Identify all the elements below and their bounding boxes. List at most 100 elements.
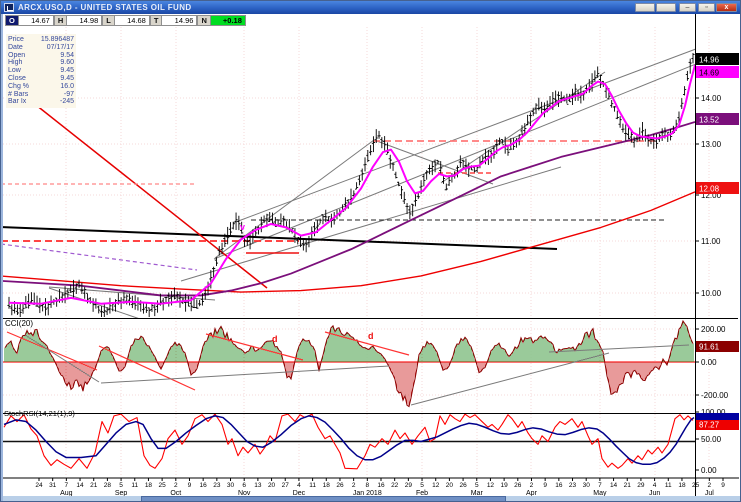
x-axis-day-label: 21 (624, 482, 632, 489)
stochrsi-panel (3, 414, 695, 469)
x-axis-day-label: 9 (188, 482, 192, 489)
h-scrollbar-thumb[interactable] (141, 496, 506, 502)
x-axis-day-label: 23 (569, 482, 577, 489)
x-axis-day-label: 25 (159, 482, 167, 489)
x-axis-day-label: 8 (366, 482, 370, 489)
x-axis-day-label: 12 (432, 482, 440, 489)
x-axis-day-label: 26 (336, 482, 344, 489)
y-axis-value: 14.96 (699, 56, 720, 65)
x-axis-day-label: 5 (475, 482, 479, 489)
data-window-row: Open9.54 (8, 52, 74, 60)
data-window-row: Bar Ix-245 (8, 98, 74, 106)
x-axis-day-label: 2 (530, 482, 534, 489)
x-axis-day-label: 31 (49, 482, 57, 489)
y-axis-label: 0.00 (701, 358, 717, 367)
y-axis-label: 0.00 (701, 466, 717, 475)
data-window-row: Chg %16.0 (8, 83, 74, 91)
price-panel: v (1, 38, 738, 320)
chart-canvas[interactable]: vdd14.0013.0012.0011.0010.0014.9614.6913… (1, 1, 741, 502)
quote-net-change-value: +0.18 (210, 15, 246, 26)
quote-open-value: 14.67 (18, 15, 54, 26)
data-window-row: # Bars-97 (8, 91, 74, 99)
x-axis-day-label: 18 (323, 482, 331, 489)
x-axis-day-label: 19 (501, 482, 509, 489)
x-axis-day-label: 24 (35, 482, 43, 489)
x-axis-day-label: 2 (352, 482, 356, 489)
x-axis-day-label: 16 (377, 482, 385, 489)
data-window-row: Date07/17/17 (8, 44, 74, 52)
data-window: Price15.896487 Date07/17/17 Open9.54 Hig… (6, 34, 76, 108)
data-window-row: High9.60 (8, 59, 74, 67)
x-axis-day-label: 7 (65, 482, 69, 489)
x-axis-day-label: 14 (610, 482, 618, 489)
quote-last-label: T (150, 15, 162, 26)
x-axis-day-label: 29 (637, 482, 645, 489)
divergence-annotation: d (368, 331, 374, 341)
x-axis-day-label: 18 (678, 482, 686, 489)
quote-low-label: L (102, 15, 114, 26)
window-border-left (1, 14, 3, 502)
x-axis-day-label: 11 (309, 482, 316, 489)
data-window-row: Price15.896487 (8, 36, 74, 44)
x-axis-day-label: 4 (653, 482, 657, 489)
x-axis-day-label: 21 (90, 482, 98, 489)
x-axis-day-label: 16 (555, 482, 563, 489)
x-axis-day-label: 28 (104, 482, 112, 489)
x-axis-day-label: 4 (297, 482, 301, 489)
x-axis-day-label: 16 (200, 482, 208, 489)
x-axis-day-label: 20 (268, 482, 276, 489)
x-axis-day-label: 7 (598, 482, 602, 489)
x-axis-day-label: 25 (692, 482, 700, 489)
x-axis-day-label: 18 (145, 482, 153, 489)
y-axis-label: 13.00 (701, 140, 722, 149)
x-axis-day-label: 11 (665, 482, 672, 489)
y-axis-value: 12.08 (699, 185, 720, 194)
x-axis-day-label: 29 (405, 482, 413, 489)
wave-annotation: v (240, 222, 245, 232)
quote-last-value: 14.96 (161, 15, 197, 26)
stochrsi-panel-label: StochRSI(14,21(1),9) (4, 409, 75, 418)
x-axis-day-label: 9 (543, 482, 547, 489)
data-window-row: Low9.45 (8, 67, 74, 75)
cci-outline (5, 321, 693, 407)
x-axis-day-label: 27 (282, 482, 290, 489)
y-axis-value: 13.52 (699, 116, 720, 125)
x-axis-day-label: 2 (174, 482, 178, 489)
y-axis-label: 11.00 (701, 237, 721, 246)
y-axis-label: 14.00 (701, 94, 722, 103)
x-axis-day-label: 13 (254, 482, 262, 489)
x-axis-day-label: 30 (583, 482, 591, 489)
y-axis-label: 50.00 (701, 435, 722, 444)
quote-high-label: H (54, 15, 66, 26)
x-axis-day-label: 26 (459, 482, 467, 489)
data-window-row: Close9.45 (8, 75, 74, 83)
x-axis-day-label: 26 (514, 482, 522, 489)
x-axis-day-label: 11 (131, 482, 138, 489)
h-scrollbar[interactable] (3, 496, 740, 502)
cci-panel: dd (3, 321, 695, 407)
cci-panel-label: CCI(20) (5, 319, 33, 328)
y-axis-value: 91.61 (699, 343, 720, 352)
quote-low-value: 14.68 (114, 15, 150, 26)
x-axis-day-label: 20 (446, 482, 454, 489)
quote-net-label: N (197, 15, 209, 26)
fast-magenta-ma (9, 65, 695, 304)
x-axis-day-label: 14 (76, 482, 84, 489)
y-axis-label: 200.00 (701, 325, 726, 334)
app-window: ARCX.USO,D - UNITED STATES OIL FUND – ▫ … (0, 0, 741, 502)
quote-open-label: O (5, 15, 18, 26)
y-axis-value: 14.69 (699, 69, 720, 78)
y-axis-label: 10.00 (701, 289, 722, 298)
quote-strip: O 14.67 H 14.98 L 14.68 T 14.96 N +0.18 (5, 15, 246, 26)
x-axis-day-label: 6 (242, 482, 246, 489)
y-axis-value: 87.27 (699, 421, 720, 430)
quote-high-value: 14.98 (66, 15, 102, 26)
x-axis-day-label: 5 (420, 482, 424, 489)
y-axis-label: -200.00 (701, 391, 729, 400)
x-axis-day-label: 5 (119, 482, 123, 489)
x-axis-day-label: 23 (213, 482, 221, 489)
x-axis-day-label: 2 (708, 482, 712, 489)
x-axis-day-label: 12 (487, 482, 495, 489)
x-axis-day-label: 9 (721, 482, 725, 489)
x-axis-day-label: 30 (227, 482, 235, 489)
